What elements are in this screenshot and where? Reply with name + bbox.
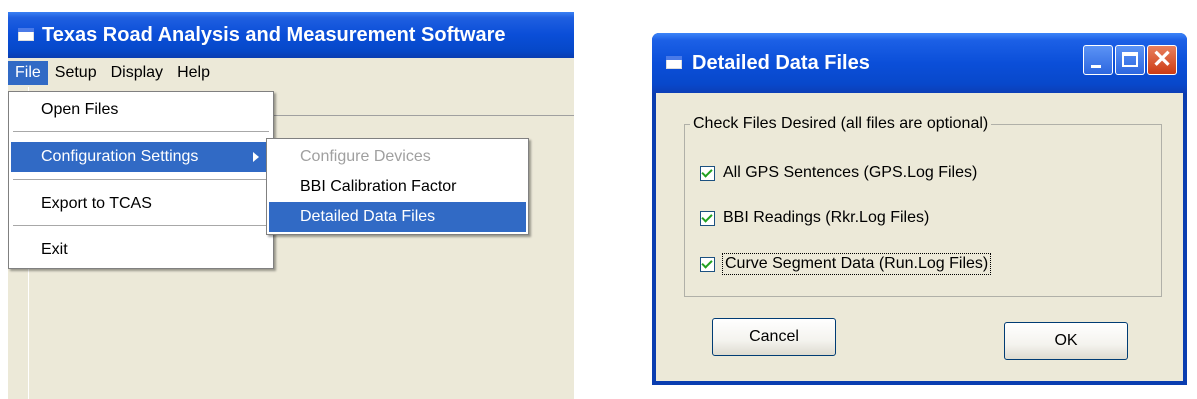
menu-file[interactable]: File [8, 60, 48, 85]
detailed-data-files-dialog: Detailed Data Files ✕ Check Files Desire… [652, 33, 1187, 385]
submenu-item-detailed-data-files[interactable]: Detailed Data Files [269, 202, 526, 232]
close-icon: ✕ [1151, 46, 1173, 73]
menu-item-open-files[interactable]: Open Files [11, 95, 271, 125]
option-curve-segment-data[interactable]: Curve Segment Data (Run.Log Files) [700, 253, 992, 275]
option-gps-sentences[interactable]: All GPS Sentences (GPS.Log Files) [700, 162, 977, 184]
app-window-icon [18, 28, 34, 42]
menu-item-configuration-settings[interactable]: Configuration Settings [11, 142, 271, 172]
menu-setup[interactable]: Setup [48, 61, 104, 85]
maximize-button[interactable] [1115, 45, 1145, 75]
menu-item-export-tcas[interactable]: Export to TCAS [11, 189, 271, 219]
menu-item-label: Configure Devices [300, 148, 431, 165]
menu-item-label: Export to TCAS [41, 195, 152, 212]
minimize-icon [1091, 65, 1101, 68]
submenu-item-configure-devices: Configure Devices [269, 142, 526, 172]
close-button[interactable]: ✕ [1147, 45, 1177, 75]
main-window-title: Texas Road Analysis and Measurement Soft… [42, 23, 506, 46]
configuration-submenu: Configure Devices BBI Calibration Factor… [266, 138, 529, 235]
menu-item-exit[interactable]: Exit [11, 235, 271, 265]
checkmark-icon[interactable] [700, 256, 715, 272]
checkmark-icon[interactable] [700, 210, 715, 226]
menu-separator [13, 131, 269, 132]
option-label: All GPS Sentences (GPS.Log Files) [723, 164, 978, 181]
menu-item-label: Open Files [41, 101, 119, 118]
menu-item-label: Configuration Settings [41, 148, 199, 165]
menu-bar: File Setup Display Help [8, 58, 574, 87]
menu-display[interactable]: Display [104, 61, 170, 85]
menu-item-label: BBI Calibration Factor [300, 178, 457, 195]
dialog-title: Detailed Data Files [692, 51, 870, 74]
checkmark-icon[interactable] [700, 165, 715, 181]
menu-help[interactable]: Help [170, 61, 217, 85]
app-window-icon [666, 56, 682, 70]
minimize-button[interactable] [1083, 45, 1113, 75]
submenu-item-bbi-calibration[interactable]: BBI Calibration Factor [269, 172, 526, 202]
maximize-icon [1122, 52, 1138, 67]
dialog-body: Check Files Desired (all files are optio… [656, 93, 1183, 381]
option-bbi-readings[interactable]: BBI Readings (Rkr.Log Files) [700, 207, 929, 229]
file-menu-dropdown: Open Files Configuration Settings Export… [8, 91, 274, 269]
menu-item-label: Detailed Data Files [300, 208, 436, 225]
menu-item-label: Exit [41, 241, 68, 258]
ok-button[interactable]: OK [1004, 322, 1128, 360]
menu-separator [13, 225, 269, 226]
menu-separator [13, 179, 269, 180]
cancel-button[interactable]: Cancel [712, 318, 836, 356]
option-label: Curve Segment Data (Run.Log Files) [721, 253, 992, 275]
option-label: BBI Readings (Rkr.Log Files) [723, 209, 930, 226]
submenu-arrow-icon [253, 152, 259, 162]
group-label: Check Files Desired (all files are optio… [690, 115, 992, 133]
dialog-titlebar[interactable]: Detailed Data Files ✕ [652, 33, 1187, 93]
main-window-titlebar[interactable]: Texas Road Analysis and Measurement Soft… [8, 12, 574, 58]
